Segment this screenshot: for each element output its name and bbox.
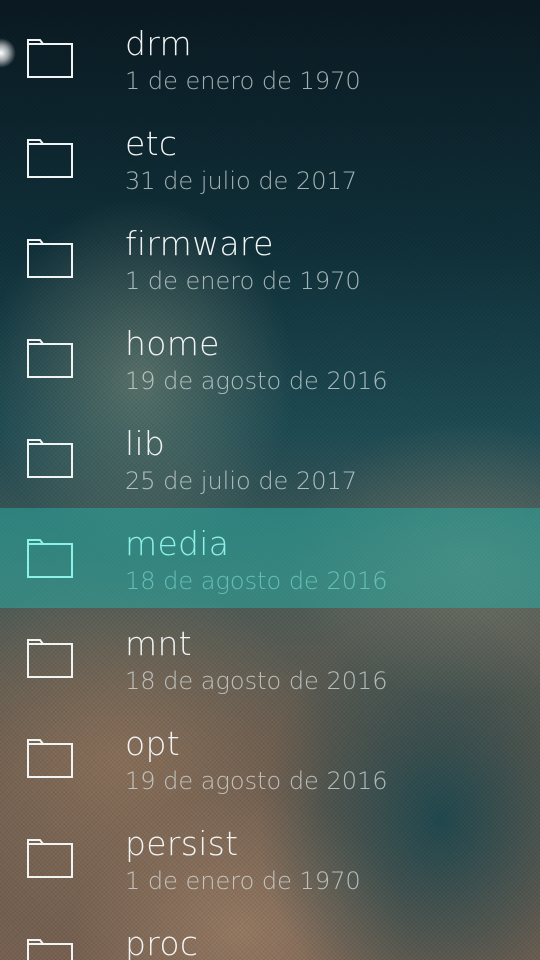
file-date: 1 de enero de 1970: [125, 67, 361, 95]
file-name: media: [125, 524, 230, 563]
file-date: 19 de agosto de 2016: [125, 367, 388, 395]
folder-icon: [26, 38, 74, 80]
file-name: drm: [125, 24, 192, 63]
list-item[interactable]: opt 19 de agosto de 2016: [0, 708, 540, 808]
file-name: opt: [125, 724, 180, 763]
list-item[interactable]: firmware 1 de enero de 1970: [0, 208, 540, 308]
file-name: lib: [125, 424, 166, 463]
file-date: 19 de agosto de 2016: [125, 767, 388, 795]
list-item[interactable]: home 19 de agosto de 2016: [0, 308, 540, 408]
file-date: 1 de enero de 1970: [125, 867, 361, 895]
file-name: home: [125, 324, 220, 363]
file-name: persist: [125, 824, 239, 863]
folder-icon: [26, 238, 74, 280]
folder-icon: [26, 738, 74, 780]
list-item[interactable]: lib 25 de julio de 2017: [0, 408, 540, 508]
file-name: etc: [125, 124, 178, 163]
list-item[interactable]: etc 31 de julio de 2017: [0, 108, 540, 208]
file-date: 31 de julio de 2017: [125, 167, 358, 195]
folder-icon: [26, 338, 74, 380]
folder-icon: [26, 838, 74, 880]
folder-icon: [26, 138, 74, 180]
folder-icon: [26, 438, 74, 480]
file-date: 25 de julio de 2017: [125, 467, 358, 495]
file-list: drm 1 de enero de 1970 etc 31 de julio d…: [0, 8, 540, 960]
file-name: firmware: [125, 224, 274, 263]
folder-icon: [26, 638, 74, 680]
file-date: 1 de enero de 1970: [125, 267, 361, 295]
file-name: mnt: [125, 624, 192, 663]
folder-icon: [26, 538, 74, 580]
list-item-selected[interactable]: media 18 de agosto de 2016: [0, 508, 540, 608]
list-item[interactable]: proc: [0, 908, 540, 960]
list-item[interactable]: drm 1 de enero de 1970: [0, 8, 540, 108]
folder-icon: [26, 938, 74, 960]
file-date: 18 de agosto de 2016: [125, 567, 388, 595]
list-item[interactable]: persist 1 de enero de 1970: [0, 808, 540, 908]
file-name: proc: [125, 924, 199, 960]
list-item[interactable]: mnt 18 de agosto de 2016: [0, 608, 540, 708]
file-date: 18 de agosto de 2016: [125, 667, 388, 695]
